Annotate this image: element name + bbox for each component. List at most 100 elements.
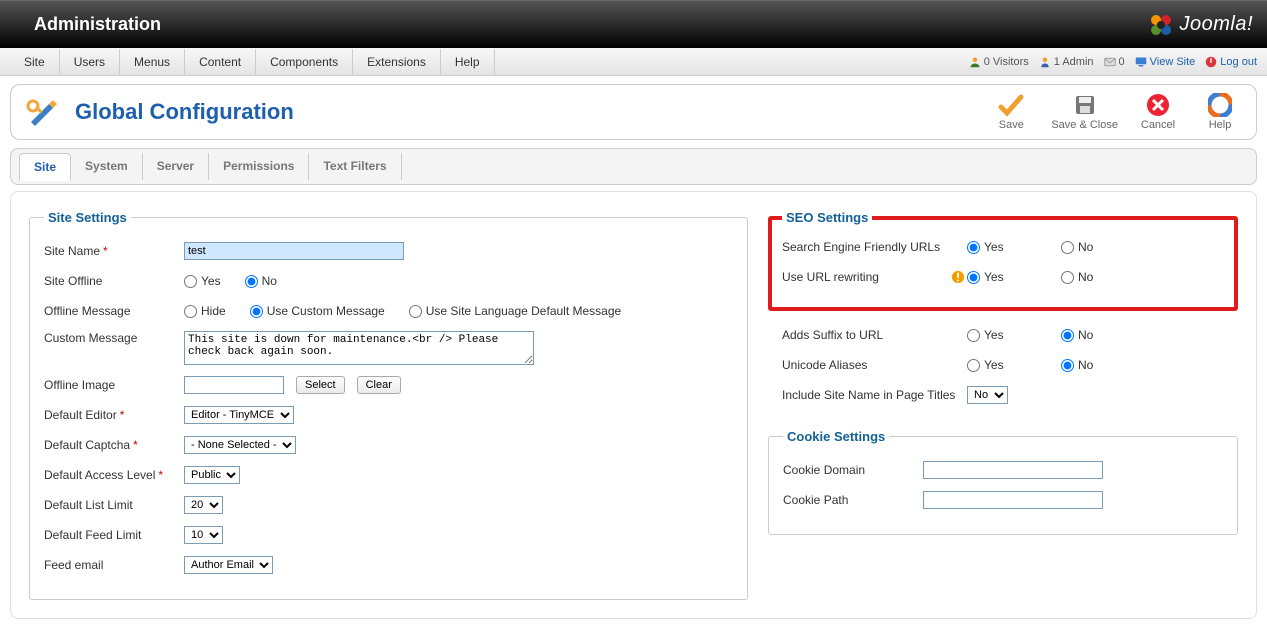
row-sitename-title: Include Site Name in Page Titles No [782,385,1224,405]
seo-extra: Adds Suffix to URL Yes No Unicode Aliase… [768,325,1238,415]
row-suffix: Adds Suffix to URL Yes No [782,325,1224,345]
joomla-icon [1149,13,1173,37]
site-settings-legend: Site Settings [44,210,131,225]
site-offline-yes[interactable]: Yes [184,274,221,288]
floppy-icon [1073,93,1097,117]
default-list-select[interactable]: 20 [184,496,223,514]
default-feed-select[interactable]: 10 [184,526,223,544]
site-name-input[interactable] [184,242,404,260]
seo-settings-fieldset: SEO Settings Search Engine Friendly URLs… [768,210,1238,311]
page: Global Configuration Save Save & Close C… [0,76,1267,627]
default-list-label: Default List Limit [44,498,133,512]
mail-icon [1104,56,1116,68]
offline-message-label: Offline Message [44,304,131,318]
brand-text: Joomla! [1179,13,1253,36]
sitename-title-select[interactable]: No [967,386,1008,404]
tab-textfilters[interactable]: Text Filters [309,153,401,180]
row-default-list-limit: Default List Limit 20 [44,495,733,515]
status-messages-text: 0 [1119,56,1125,68]
row-offline-image: Offline Image Select Clear [44,375,733,395]
monitor-icon [1135,56,1147,68]
default-access-select[interactable]: Public [184,466,240,484]
tab-server[interactable]: Server [143,153,209,180]
cookie-settings-legend: Cookie Settings [783,429,889,444]
offline-image-input[interactable] [184,376,284,394]
menu-menus[interactable]: Menus [120,49,185,75]
save-button[interactable]: Save [989,93,1033,131]
seo-settings-legend: SEO Settings [782,210,872,225]
row-sef-urls: Search Engine Friendly URLs Yes No [782,237,1224,257]
suffix-no[interactable]: No [1061,328,1093,342]
tab-permissions[interactable]: Permissions [209,153,309,180]
view-site-link[interactable]: View Site [1135,56,1196,68]
status-visitors-text: 0 Visitors [984,56,1029,68]
unicode-no[interactable]: No [1061,358,1093,372]
toolbar: Save Save & Close Cancel Help [989,93,1242,131]
sef-urls-label: Search Engine Friendly URLs [782,240,940,254]
tab-site[interactable]: Site [19,153,71,181]
logout-link[interactable]: Log out [1205,56,1257,68]
check-icon [997,93,1025,117]
status-messages[interactable]: 0 [1104,56,1125,68]
cancel-button[interactable]: Cancel [1136,93,1180,131]
status-visitors: 0 Visitors [969,56,1029,68]
page-title: Global Configuration [75,99,989,125]
default-editor-label: Default Editor [44,408,117,422]
offline-msg-hide[interactable]: Hide [184,304,226,318]
site-settings-fieldset: Site Settings Site Name* Site Offline Ye… [29,210,748,600]
default-editor-select[interactable]: Editor - TinyMCE [184,406,294,424]
menu-users[interactable]: Users [60,49,120,75]
menu-content[interactable]: Content [185,49,256,75]
row-site-name: Site Name* [44,241,733,261]
offline-msg-custom[interactable]: Use Custom Message [250,304,385,318]
cookie-settings-fieldset: Cookie Settings Cookie Domain Cookie Pat… [768,429,1238,535]
status-admins-text: 1 Admin [1054,56,1094,68]
cookie-domain-input[interactable] [923,461,1103,479]
feed-email-select[interactable]: Author Email [184,556,273,574]
help-button[interactable]: Help [1198,93,1242,131]
tab-system[interactable]: System [71,153,143,180]
logout-icon [1205,56,1217,68]
save-close-button[interactable]: Save & Close [1051,93,1118,131]
default-captcha-select[interactable]: - None Selected - [184,436,296,454]
user-icon [1039,56,1051,68]
menu-components[interactable]: Components [256,49,353,75]
menu-site[interactable]: Site [10,49,60,75]
select-button[interactable]: Select [296,376,345,394]
custom-message-textarea[interactable] [184,331,534,365]
row-custom-message: Custom Message [44,331,733,365]
site-offline-label: Site Offline [44,274,102,288]
admin-title: Administration [14,14,1149,35]
offline-msg-lang[interactable]: Use Site Language Default Message [409,304,621,318]
site-name-label: Site Name [44,244,100,258]
rewrite-yes[interactable]: Yes [967,270,1037,284]
clear-button[interactable]: Clear [357,376,401,394]
unicode-yes[interactable]: Yes [967,358,1037,372]
sef-yes[interactable]: Yes [967,240,1037,254]
menu-bar: Site Users Menus Content Components Exte… [0,48,1267,76]
site-offline-no[interactable]: No [245,274,277,288]
row-url-rewrite: Use URL rewriting Yes No [782,267,1224,287]
row-cookie-domain: Cookie Domain [783,460,1223,480]
status-admins: 1 Admin [1039,56,1094,68]
cookie-domain-label: Cookie Domain [783,463,865,477]
suffix-label: Adds Suffix to URL [782,328,883,342]
users-icon [969,56,981,68]
tabs: Site System Server Permissions Text Filt… [10,148,1257,185]
suffix-yes[interactable]: Yes [967,328,1037,342]
default-feed-label: Default Feed Limit [44,528,141,542]
warning-icon [951,270,965,284]
cookie-path-input[interactable] [923,491,1103,509]
col-left: Site Settings Site Name* Site Offline Ye… [29,210,748,600]
row-default-feed-limit: Default Feed Limit 10 [44,525,733,545]
col-right: SEO Settings Search Engine Friendly URLs… [768,210,1238,535]
unicode-label: Unicode Aliases [782,358,867,372]
sitename-title-label: Include Site Name in Page Titles [782,388,955,402]
sef-no[interactable]: No [1061,240,1093,254]
menu-help[interactable]: Help [441,49,495,75]
logout-text: Log out [1220,56,1257,68]
menu-extensions[interactable]: Extensions [353,49,441,75]
rewrite-no[interactable]: No [1061,270,1093,284]
offline-image-label: Offline Image [44,378,115,392]
default-captcha-label: Default Captcha [44,438,130,452]
